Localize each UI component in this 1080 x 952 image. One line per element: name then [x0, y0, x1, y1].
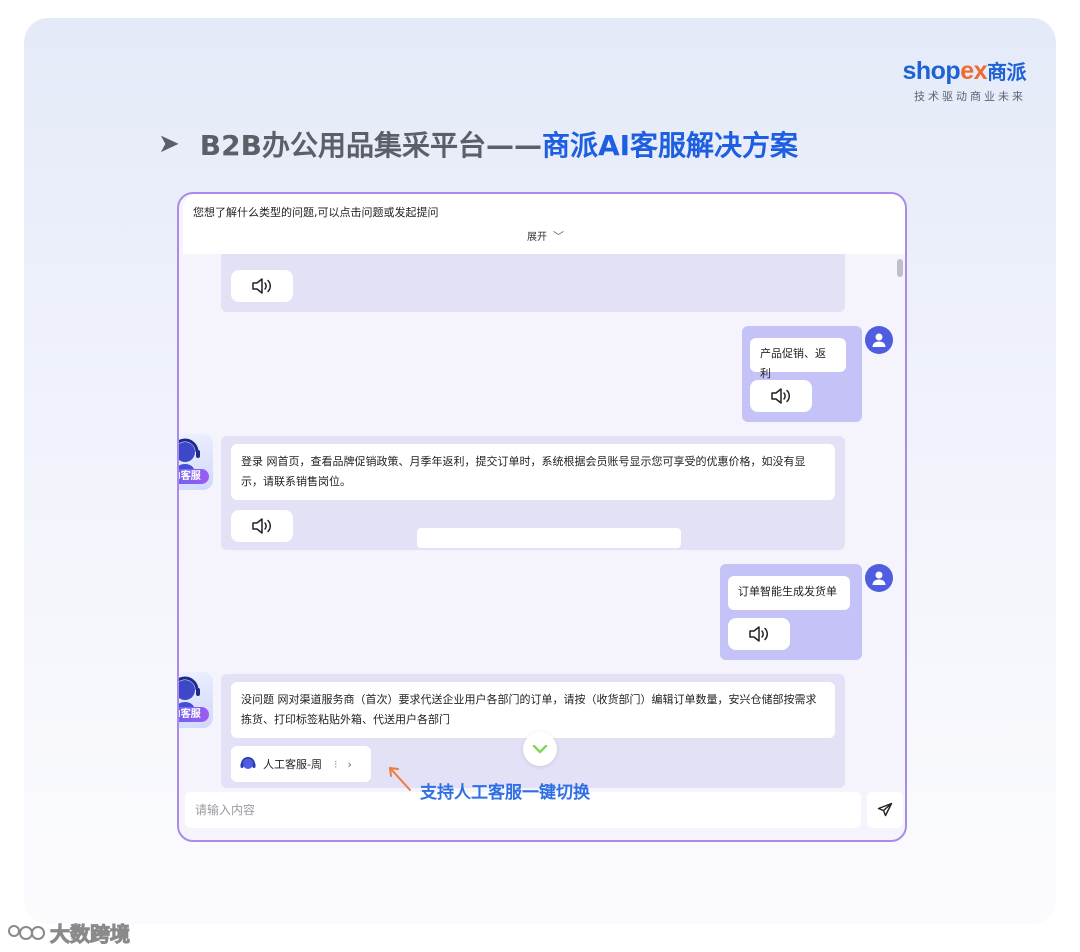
arrow-icon: ➤: [158, 129, 180, 159]
scrollbar-thumb[interactable]: [897, 259, 903, 277]
logo-text-cn: 商派: [987, 62, 1027, 84]
headset-icon: [240, 757, 256, 769]
human-agent-handoff-button[interactable]: 人工客服-周 ⁝ ›: [231, 746, 371, 782]
heading-prefix: B2B办公用品集采平台——: [199, 129, 542, 162]
speaker-button[interactable]: [750, 380, 812, 412]
robot-icon: [179, 438, 200, 474]
watermark: 大数跨境: [6, 918, 131, 947]
handoff-label: 人工客服-周: [263, 758, 322, 771]
logo-text-ex: ex: [960, 57, 987, 85]
logo-tagline: 技术驱动商业未来: [914, 90, 1026, 103]
speaker-icon: [771, 388, 790, 404]
chevron-right-icon: ›: [347, 757, 352, 771]
ai-message-bubble: 没问题 网对渠道服务商（首次）要求代送企业用户各部门的订单，请按（收货部门）编辑…: [231, 682, 835, 738]
send-button[interactable]: [867, 792, 903, 828]
user-message-text: 产品促销、返利: [760, 347, 826, 380]
send-icon: [877, 802, 893, 817]
watermark-text: 大数跨境: [50, 922, 131, 947]
heading-highlight: 商派AI客服解决方案: [541, 129, 799, 162]
expand-label: 展开: [527, 232, 547, 243]
ai-avatar: AI客服: [179, 434, 213, 490]
user-message: 订单智能生成发货单: [720, 564, 862, 660]
chat-window: 您想了解什么类型的问题,可以点击问题或发起提问 展开 ﹀ 产品促销、返利 AI客服…: [177, 192, 907, 842]
speaker-icon: [252, 278, 271, 294]
user-avatar: [865, 564, 893, 592]
page-heading: ➤ B2B办公用品集采平台—— 商派AI客服解决方案: [158, 124, 798, 164]
prompt-question: 您想了解什么类型的问题,可以点击问题或发起提问: [193, 206, 439, 219]
user-message-bubble: 订单智能生成发货单: [728, 576, 850, 610]
chevron-down-icon: ﹀: [553, 230, 564, 243]
ai-message-partial: [221, 250, 845, 312]
user-message: 产品促销、返利: [742, 326, 862, 422]
user-message-text: 订单智能生成发货单: [738, 585, 837, 598]
ai-message-text: 没问题 网对渠道服务商（首次）要求代送企业用户各部门的订单，请按（收货部门）编辑…: [241, 693, 817, 726]
logo-wordmark: shopex商派: [902, 56, 1026, 86]
watermark-logo-icon: [8, 924, 45, 940]
user-icon: [872, 571, 886, 585]
speaker-button[interactable]: [231, 510, 293, 542]
handoff-separator: ⁝: [333, 757, 338, 771]
feature-annotation: 支持人工客服一键切换: [420, 783, 590, 803]
robot-icon: [179, 676, 200, 712]
scroll-to-bottom-button[interactable]: [523, 732, 557, 766]
chevron-down-icon: [532, 744, 548, 754]
speaker-button[interactable]: [728, 618, 790, 650]
user-avatar: [865, 326, 893, 354]
ai-message-text: 登录 网首页，查看品牌促销政策、月季年返利，提交订单时，系统根据会员账号显示您可…: [241, 455, 806, 488]
ai-avatar-label: AI客服: [179, 707, 209, 722]
speaker-icon: [252, 518, 271, 534]
user-icon: [872, 333, 886, 347]
speaker-icon: [749, 626, 768, 642]
ai-message-bubble: 登录 网首页，查看品牌促销政策、月季年返利，提交订单时，系统根据会员账号显示您可…: [231, 444, 835, 500]
expand-button[interactable]: 展开 ﹀: [527, 228, 564, 244]
shopex-logo: shopex商派 技术驱动商业未来: [902, 56, 1026, 104]
annotation-arrow-icon: [389, 767, 411, 791]
ai-avatar: AI客服: [179, 672, 213, 728]
question-prompt-bar: 您想了解什么类型的问题,可以点击问题或发起提问 展开 ﹀: [183, 194, 905, 254]
speaker-button[interactable]: [231, 270, 293, 302]
logo-text-shop: shop: [902, 57, 961, 85]
ai-avatar-label: AI客服: [179, 469, 209, 484]
user-message-bubble: 产品促销、返利: [750, 338, 846, 380]
loading-strip: [417, 528, 681, 548]
